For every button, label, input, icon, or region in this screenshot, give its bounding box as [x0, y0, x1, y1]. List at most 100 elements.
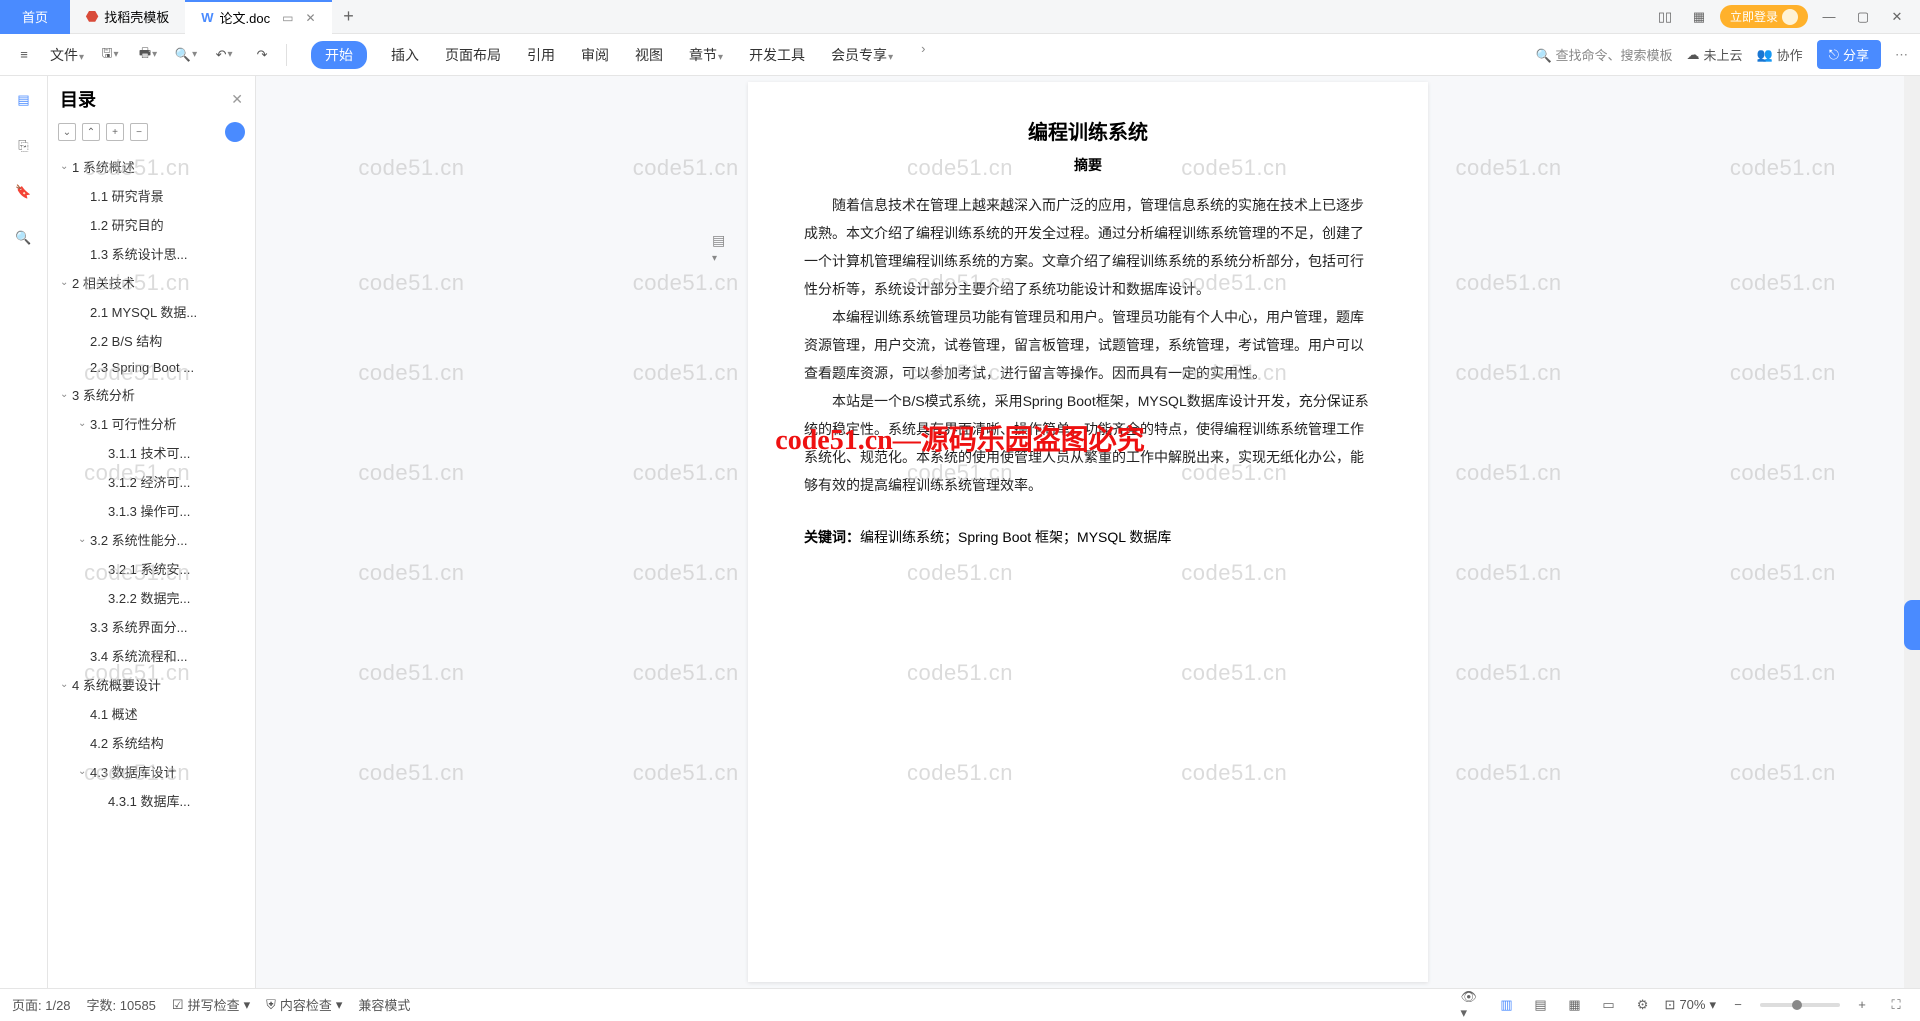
outline-icon[interactable]: ▤: [10, 86, 38, 114]
apps-icon[interactable]: ▦: [1686, 4, 1712, 30]
view-read-icon[interactable]: ▭: [1597, 993, 1621, 1017]
share-button[interactable]: ⎋分享: [1817, 40, 1881, 69]
login-button[interactable]: 立即登录: [1720, 5, 1808, 28]
outline-item[interactable]: ⌄3 系统分析: [52, 380, 251, 409]
tab-home[interactable]: 首页: [0, 0, 70, 34]
statusbar-right: 👁 ▾ ▥ ▤ ▦ ▭ ⚙ ⊡ 70% ▾ − + ⛶: [1461, 993, 1908, 1017]
doc-keywords: 关键词：编程训练系统；Spring Boot 框架；MYSQL 数据库: [804, 527, 1372, 547]
ribbon-right: 🔍 查找命令、搜索模板 ☁未上云 👥协作 ⎋分享 ⋯: [1536, 40, 1910, 69]
outline-item[interactable]: 3.1.3 操作可...: [52, 496, 251, 525]
tab-insert[interactable]: 插入: [389, 41, 421, 69]
layout-icon[interactable]: ▯▯: [1652, 4, 1678, 30]
view-page-icon[interactable]: ▥: [1495, 993, 1519, 1017]
collab-button[interactable]: 👥协作: [1756, 45, 1802, 64]
settings-icon[interactable]: ⚙: [1631, 993, 1655, 1017]
outline-item[interactable]: ⌄2 相关技术: [52, 268, 251, 297]
chat-icon[interactable]: [225, 122, 245, 142]
tab-chapter[interactable]: 章节▾: [687, 41, 725, 69]
outline-item[interactable]: 3.3 系统界面分...: [52, 612, 251, 641]
share-icon: ⎋: [1829, 47, 1839, 63]
close-icon[interactable]: ✕: [305, 11, 315, 25]
zoom-slider[interactable]: [1760, 1003, 1840, 1007]
bookmark-icon[interactable]: 🔖: [10, 178, 38, 206]
outline-item[interactable]: 3.4 系统流程和...: [52, 641, 251, 670]
side-expand-button[interactable]: [1904, 600, 1920, 650]
minimize-icon[interactable]: —: [1816, 4, 1842, 30]
cloud-status[interactable]: ☁未上云: [1686, 45, 1742, 64]
search-input[interactable]: 🔍 查找命令、搜索模板: [1536, 45, 1673, 64]
word-icon: W: [201, 10, 213, 25]
view-outline-icon[interactable]: ▤: [1529, 993, 1553, 1017]
save-icon[interactable]: 🖫▾: [96, 41, 124, 69]
add-icon[interactable]: +: [106, 123, 124, 141]
outline-item[interactable]: 3.2.2 数据完...: [52, 583, 251, 612]
collapse-all-icon[interactable]: ⌄: [58, 123, 76, 141]
avatar-icon: [1782, 9, 1798, 25]
panel-close-icon[interactable]: ✕: [231, 91, 243, 108]
outline-item[interactable]: 3.1.1 技术可...: [52, 438, 251, 467]
tab-doc[interactable]: W 论文.doc ▭ ✕: [185, 0, 331, 34]
fullscreen-icon[interactable]: ⛶: [1884, 993, 1908, 1017]
document-area[interactable]: ▤ ▾ 编程训练系统 摘要 随着信息技术在管理上越来越深入而广泛的应用，管理信息…: [256, 76, 1920, 988]
more-button[interactable]: ⋯: [1895, 47, 1910, 63]
outline-item[interactable]: 1.1 研究背景: [52, 181, 251, 210]
zoom-out-icon[interactable]: −: [1726, 993, 1750, 1017]
content-check[interactable]: ⛨内容检查 ▾: [266, 995, 342, 1014]
tab-template[interactable]: ⬣ 找稻壳模板: [70, 0, 185, 34]
file-menu[interactable]: 文件▾: [48, 41, 86, 69]
outline-item[interactable]: 2.1 MYSQL 数据...: [52, 297, 251, 326]
hamburger-icon[interactable]: ≡: [10, 41, 38, 69]
outline-item[interactable]: ⌄3.1 可行性分析: [52, 409, 251, 438]
undo-icon[interactable]: ↶▾: [210, 41, 238, 69]
outline-item[interactable]: 4.3.1 数据库...: [52, 786, 251, 815]
outline-item[interactable]: 2.3 Spring Boot ...: [52, 355, 251, 380]
tab-layout[interactable]: 页面布局: [443, 41, 503, 69]
outline-item[interactable]: 3.1.2 经济可...: [52, 467, 251, 496]
tab-reference[interactable]: 引用: [525, 41, 557, 69]
ribbon-more-right[interactable]: ›: [917, 41, 929, 69]
print-icon[interactable]: 🖶▾: [134, 41, 162, 69]
cloud-icon: ☁: [1686, 47, 1699, 63]
tab-member[interactable]: 会员专享▾: [829, 41, 895, 69]
new-tab-button[interactable]: +: [332, 6, 366, 27]
tab-start[interactable]: 开始: [311, 41, 367, 69]
outline-list[interactable]: ⌄1 系统概述1.1 研究背景1.2 研究目的1.3 系统设计思...⌄2 相关…: [48, 150, 255, 988]
zoom-in-icon[interactable]: +: [1850, 993, 1874, 1017]
page-indicator[interactable]: 页面: 1/28: [12, 995, 71, 1014]
maximize-icon[interactable]: ▢: [1850, 4, 1876, 30]
outline-item[interactable]: 1.3 系统设计思...: [52, 239, 251, 268]
outline-item[interactable]: ⌄4 系统概要设计: [52, 670, 251, 699]
tab-doc-label: 论文.doc: [220, 8, 271, 27]
outline-item[interactable]: 2.2 B/S 结构: [52, 326, 251, 355]
expand-all-icon[interactable]: ⌃: [82, 123, 100, 141]
outline-item[interactable]: 4.2 系统结构: [52, 728, 251, 757]
zoom-control[interactable]: ⊡ 70% ▾: [1665, 997, 1716, 1013]
outline-item[interactable]: ⌄4.3 数据库设计: [52, 757, 251, 786]
word-count[interactable]: 字数: 10585: [87, 995, 156, 1014]
outline-item[interactable]: 1.2 研究目的: [52, 210, 251, 239]
window-controls: ▯▯ ▦ 立即登录 — ▢ ✕: [1652, 4, 1920, 30]
redo-icon[interactable]: ↷: [248, 41, 276, 69]
page-control[interactable]: ▤ ▾: [712, 232, 725, 264]
outline-item[interactable]: ⌄1 系统概述: [52, 152, 251, 181]
eye-icon[interactable]: 👁 ▾: [1461, 993, 1485, 1017]
compat-mode[interactable]: 兼容模式: [358, 995, 410, 1014]
tab-review[interactable]: 审阅: [579, 41, 611, 69]
doc-paragraph: 本编程训练系统管理员功能有管理员和用户。管理员功能有个人中心，用户管理，题库资源…: [804, 303, 1372, 387]
clipboard-icon[interactable]: ⎘: [10, 132, 38, 160]
preview-icon[interactable]: 🔍▾: [172, 41, 200, 69]
outline-item[interactable]: ⌄3.2 系统性能分...: [52, 525, 251, 554]
tab-devtools[interactable]: 开发工具: [747, 41, 807, 69]
tab-template-label: 找稻壳模板: [104, 7, 169, 26]
split-icon[interactable]: ▭: [282, 11, 293, 25]
scrollbar[interactable]: [1904, 76, 1920, 988]
view-web-icon[interactable]: ▦: [1563, 993, 1587, 1017]
tab-view[interactable]: 视图: [633, 41, 665, 69]
outline-item[interactable]: 3.2.1 系统安...: [52, 554, 251, 583]
search-panel-icon[interactable]: 🔍: [10, 224, 38, 252]
ribbon: ≡ 文件▾ 🖫▾ 🖶▾ 🔍▾ ↶▾ ↷ 开始 插入 页面布局 引用 审阅 视图 …: [0, 34, 1920, 76]
remove-icon[interactable]: −: [130, 123, 148, 141]
spell-check[interactable]: ☑拼写检查 ▾: [172, 995, 250, 1014]
outline-item[interactable]: 4.1 概述: [52, 699, 251, 728]
window-close-icon[interactable]: ✕: [1884, 4, 1910, 30]
